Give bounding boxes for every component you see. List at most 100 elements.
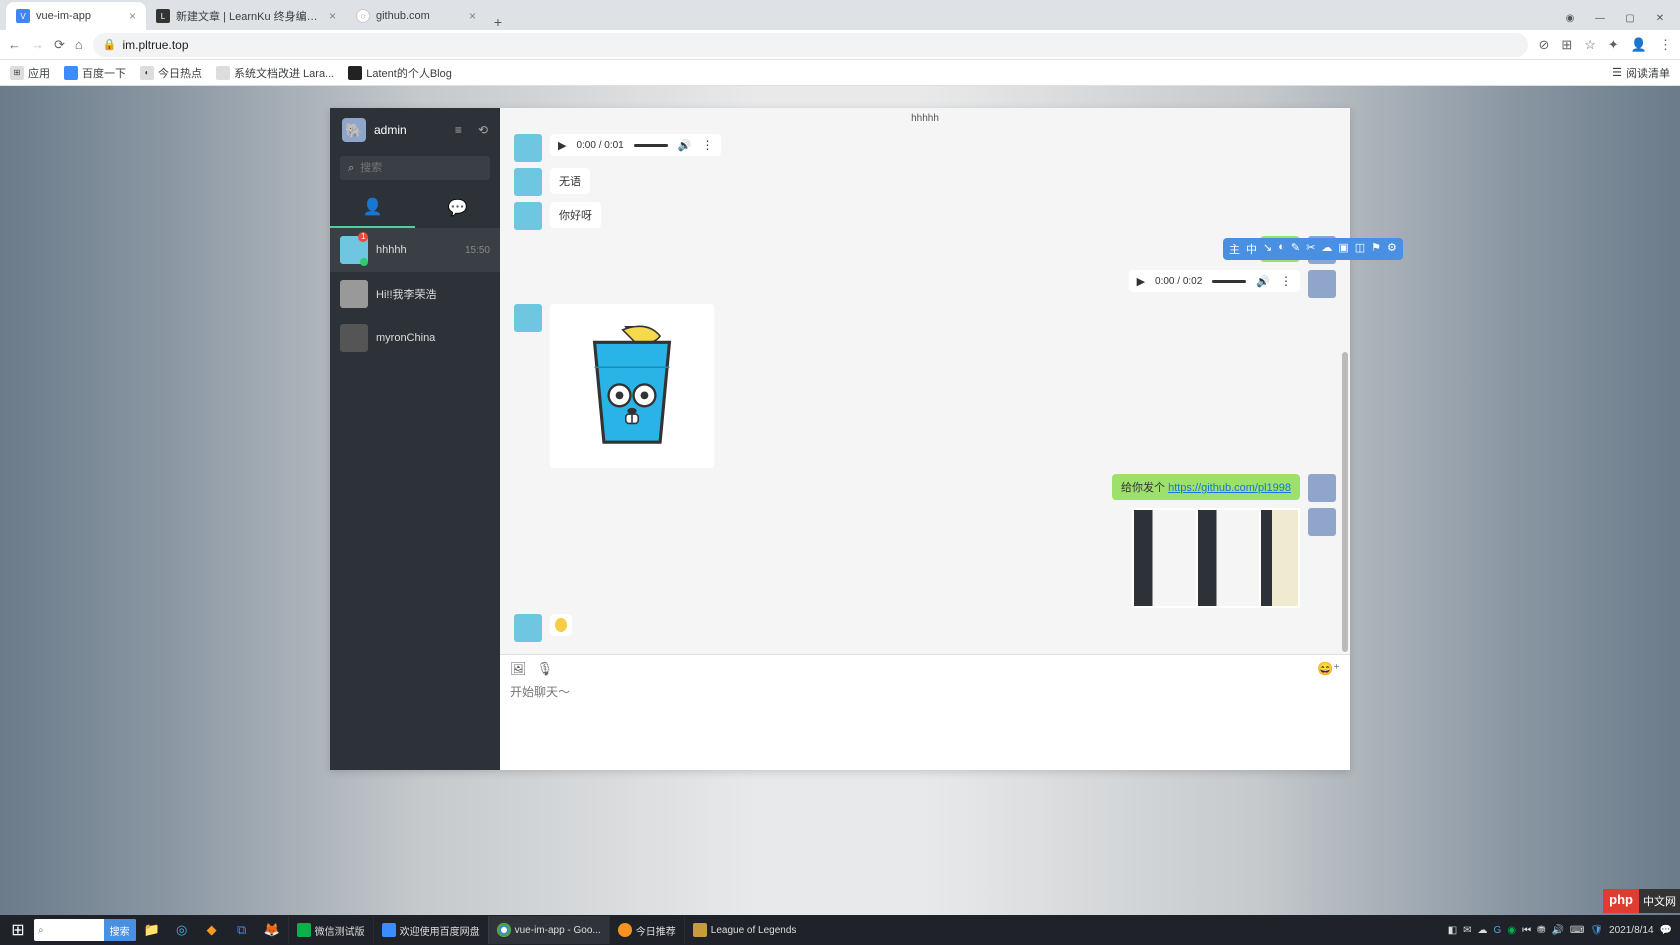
taskbar-search[interactable]: ⌕ 搜索 bbox=[34, 919, 136, 941]
tab-learnku[interactable]: L 新建文章 | LearnKu 终身编程社 × bbox=[146, 2, 346, 30]
image-tool-icon[interactable]: 🖼 bbox=[510, 661, 527, 677]
tab-vue-im-app[interactable]: V vue-im-app × bbox=[6, 2, 146, 30]
record-icon[interactable]: ◉ bbox=[1558, 10, 1582, 26]
tab-github[interactable]: ◌ github.com × bbox=[346, 2, 486, 30]
sidebar-tabs: 👤 💬 bbox=[330, 188, 500, 228]
float-tool-icon[interactable]: ↘ bbox=[1263, 241, 1272, 257]
taskbar-app-label: League of Legends bbox=[711, 925, 797, 936]
contact-item[interactable]: myronChina bbox=[330, 316, 500, 360]
extensions-icon[interactable]: ✦ bbox=[1608, 37, 1619, 53]
more-icon[interactable]: ⋮ bbox=[701, 138, 713, 152]
forward-icon[interactable]: → bbox=[31, 37, 44, 52]
contact-item[interactable]: 1 hhhhh 15:50 bbox=[330, 228, 500, 272]
taskbar-edge-icon[interactable]: ◎ bbox=[168, 916, 196, 944]
message-link[interactable]: https://github.com/pl1998 bbox=[1168, 482, 1291, 494]
taskbar-app[interactable]: 今日推荐 bbox=[609, 916, 684, 944]
bookmark-baidu[interactable]: 百度一下 bbox=[64, 65, 126, 81]
float-tool-icon[interactable]: ▣ bbox=[1338, 241, 1348, 257]
notifications-icon[interactable]: 💬 bbox=[1660, 925, 1672, 936]
tray-icon[interactable]: ☁ bbox=[1478, 925, 1488, 936]
chat-pane: hhhhh ▶ 0:00 / 0:01 🔊 ⋮ 无语 bbox=[500, 108, 1350, 770]
home-icon[interactable]: ⌂ bbox=[75, 37, 83, 52]
close-icon[interactable]: × bbox=[129, 9, 136, 23]
search-box[interactable]: ⌕ bbox=[340, 156, 490, 180]
float-tool-icon[interactable]: ◫ bbox=[1355, 241, 1365, 257]
tray-icon[interactable]: ✉ bbox=[1463, 925, 1471, 936]
taskbar-explorer-icon[interactable]: 📁 bbox=[138, 916, 166, 944]
volume-icon[interactable]: 🔊 bbox=[678, 139, 692, 152]
maximize-icon[interactable]: ▢ bbox=[1618, 10, 1642, 26]
float-tool-icon[interactable]: ◐ bbox=[1278, 241, 1285, 257]
screenshot-thumb bbox=[1261, 510, 1298, 606]
tray-icon[interactable]: ◉ bbox=[1507, 925, 1516, 936]
back-icon[interactable]: ← bbox=[8, 37, 21, 52]
taskbar-app[interactable]: vue-im-app - Goo... bbox=[488, 916, 609, 944]
close-window-icon[interactable]: ✕ bbox=[1648, 10, 1672, 26]
reload-icon[interactable]: ⟳ bbox=[54, 37, 65, 53]
taskbar-firefox-icon[interactable]: 🦊 bbox=[258, 916, 286, 944]
message-input[interactable] bbox=[510, 683, 1340, 711]
search-input[interactable] bbox=[360, 162, 502, 174]
float-tool-icon[interactable]: ⚑ bbox=[1371, 241, 1381, 257]
audio-message[interactable]: ▶ 0:00 / 0:02 🔊 ⋮ bbox=[1129, 270, 1300, 292]
new-tab-button[interactable]: + bbox=[486, 14, 510, 30]
tray-datetime[interactable]: 2021/8/14 bbox=[1609, 925, 1654, 936]
taskbar-vscode-icon[interactable]: ⧉ bbox=[228, 916, 256, 944]
scrollbar-track[interactable] bbox=[1342, 128, 1348, 654]
tab-chats[interactable]: 💬 bbox=[415, 188, 500, 228]
screenshot-message[interactable] bbox=[1132, 508, 1300, 608]
play-icon[interactable]: ▶ bbox=[1137, 275, 1145, 288]
profile-icon[interactable]: 👤 bbox=[1631, 37, 1647, 53]
float-tool-icon[interactable]: ✎ bbox=[1291, 241, 1300, 257]
tray-icon[interactable]: ⏮ bbox=[1522, 925, 1531, 936]
message-bubble: 无语 bbox=[550, 168, 590, 194]
play-icon[interactable]: ▶ bbox=[558, 139, 566, 152]
scrollbar-thumb[interactable] bbox=[1342, 352, 1348, 652]
float-tool-icon[interactable]: ☁ bbox=[1321, 241, 1332, 257]
audio-progress[interactable] bbox=[634, 144, 668, 147]
tray-icon[interactable]: ◧ bbox=[1448, 925, 1457, 936]
audio-progress[interactable] bbox=[1212, 280, 1246, 283]
taskbar-app[interactable]: 欢迎使用百度网盘 bbox=[373, 916, 488, 944]
taskbar-app[interactable]: 微信测试版 bbox=[288, 916, 373, 944]
start-button[interactable]: ⊞ bbox=[4, 916, 32, 944]
bookmark-apps[interactable]: ⊞应用 bbox=[10, 65, 50, 81]
emoji-send-icon[interactable]: 😄⁺ bbox=[1317, 661, 1340, 677]
tray-icon[interactable]: ⛃ bbox=[1537, 925, 1545, 936]
close-icon[interactable]: × bbox=[469, 9, 476, 23]
contact-item[interactable]: Hi!!我李荣浩 bbox=[330, 272, 500, 316]
tab-contacts[interactable]: 👤 bbox=[330, 188, 415, 228]
image-message[interactable] bbox=[550, 304, 714, 468]
translate-icon[interactable]: ⊞ bbox=[1561, 37, 1572, 53]
audio-message[interactable]: ▶ 0:00 / 0:01 🔊 ⋮ bbox=[550, 134, 721, 156]
volume-icon[interactable]: 🔊 bbox=[1256, 275, 1270, 288]
tray-icon[interactable]: G bbox=[1494, 925, 1502, 936]
menu-icon[interactable]: ≡ bbox=[455, 123, 462, 137]
more-icon[interactable]: ⋮ bbox=[1280, 274, 1292, 288]
star-icon[interactable]: ☆ bbox=[1584, 37, 1596, 53]
taskbar-app-icon[interactable]: ◆ bbox=[198, 916, 226, 944]
taskbar-search-input[interactable] bbox=[48, 925, 104, 936]
tray-icon[interactable]: 🛡 bbox=[1590, 925, 1603, 936]
clip-icon[interactable]: ⊘ bbox=[1538, 37, 1549, 53]
float-tool-icon[interactable]: ✂ bbox=[1306, 241, 1315, 257]
tray-icon[interactable]: 🔊 bbox=[1551, 925, 1563, 936]
voice-tool-icon[interactable]: 🎙 bbox=[537, 661, 554, 677]
float-tool-icon[interactable]: 中 bbox=[1246, 241, 1257, 257]
search-button[interactable]: 搜索 bbox=[104, 919, 136, 941]
floating-toolbar[interactable]: 主中 ↘ ◐ ✎ ✂ ☁ ▣ ◫ ⚑ ⚙ bbox=[1223, 238, 1403, 260]
address-bar[interactable]: 🔒 im.pltrue.top bbox=[93, 33, 1529, 57]
minimize-icon[interactable]: — bbox=[1588, 10, 1612, 26]
bookmark-hot[interactable]: ◐今日热点 bbox=[140, 65, 202, 81]
bookmark-latent[interactable]: Latent的个人Blog bbox=[348, 65, 452, 81]
menu-icon[interactable]: ⋮ bbox=[1659, 37, 1672, 53]
float-tool-icon[interactable]: 主 bbox=[1229, 241, 1240, 257]
taskbar-app[interactable]: League of Legends bbox=[684, 916, 805, 944]
bookmark-lara[interactable]: 系统文档改进 Lara... bbox=[216, 65, 334, 81]
close-icon[interactable]: × bbox=[329, 9, 336, 23]
tray-icon[interactable]: ⌨ bbox=[1570, 925, 1584, 936]
float-tool-icon[interactable]: ⚙ bbox=[1387, 241, 1397, 257]
reading-list[interactable]: ☰阅读清单 bbox=[1612, 65, 1670, 81]
emoji-message bbox=[550, 614, 572, 636]
refresh-icon[interactable]: ⟲ bbox=[478, 123, 488, 137]
